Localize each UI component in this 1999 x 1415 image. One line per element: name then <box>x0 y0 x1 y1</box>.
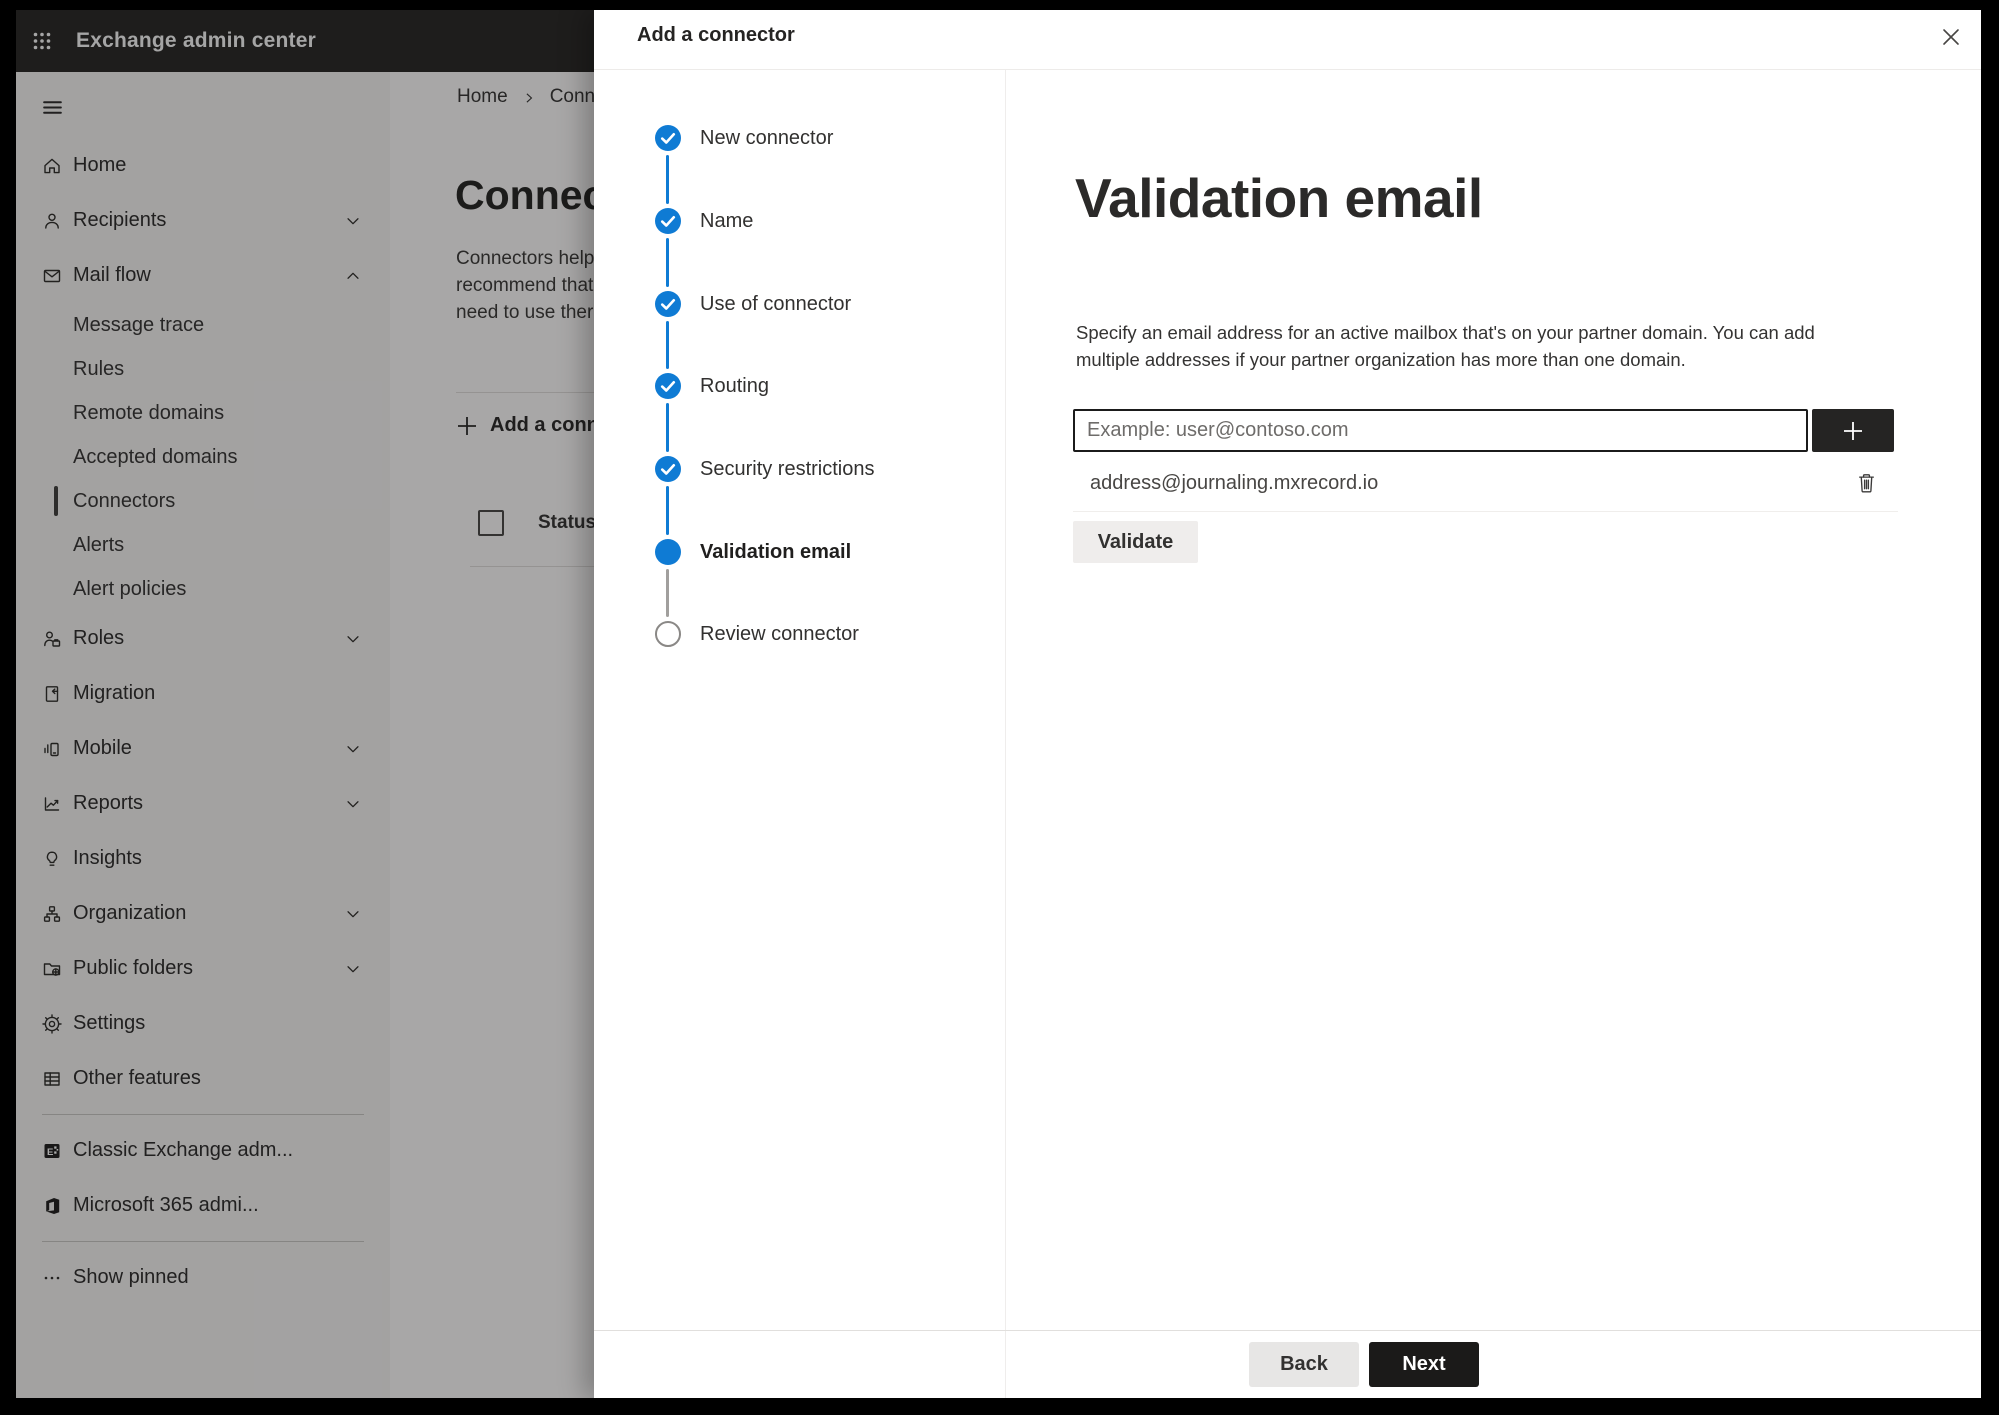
step-description-line: multiple addresses if your partner organ… <box>1076 349 1686 370</box>
wizard-step-label[interactable]: Validation email <box>700 538 851 566</box>
next-button[interactable]: Next <box>1369 1342 1479 1387</box>
steps-content-divider <box>1005 70 1006 1398</box>
validate-button[interactable]: Validate <box>1073 521 1198 563</box>
wizard-step-label[interactable]: Routing <box>700 372 769 400</box>
wizard-step-connector-line <box>666 403 669 452</box>
add-connector-panel: Add a connector New connector Name Use of … <box>594 10 1981 1398</box>
plus-icon <box>1844 421 1862 440</box>
wizard-step-connector-line <box>666 486 669 535</box>
wizard-step-label[interactable]: Review connector <box>700 620 859 648</box>
step-description-line: Specify an email address for an active m… <box>1076 322 1815 343</box>
validation-address-value: address@journaling.mxrecord.io <box>1090 472 1379 494</box>
add-address-button[interactable] <box>1812 409 1894 452</box>
back-button[interactable]: Back <box>1249 1342 1359 1387</box>
address-list-divider <box>1073 511 1898 512</box>
close-icon <box>1943 29 1959 45</box>
wizard-step-label[interactable]: New connector <box>700 124 833 152</box>
validation-email-input[interactable] <box>1073 409 1808 452</box>
wizard-step-circle-completed[interactable] <box>655 208 681 234</box>
wizard-step-circle-completed[interactable] <box>655 125 681 151</box>
wizard-step-circle-pending[interactable] <box>655 621 681 647</box>
wizard-step-connector-line <box>666 238 669 287</box>
trash-icon <box>1858 473 1874 493</box>
wizard-step-circle-current[interactable] <box>655 539 681 565</box>
wizard-step-label[interactable]: Security restrictions <box>700 455 875 483</box>
exchange-admin-app: Exchange admin center Home Recipients Mail… <box>16 10 1981 1398</box>
panel-footer-divider <box>594 1330 1981 1331</box>
wizard-step-connector-line <box>666 321 669 369</box>
wizard-step-label[interactable]: Use of connector <box>700 290 851 318</box>
wizard-step-connector-line <box>666 569 669 617</box>
step-description: Specify an email address for an active m… <box>1076 319 1815 373</box>
wizard-step-circle-completed[interactable] <box>655 373 681 399</box>
step-heading: Validation email <box>1075 167 1483 229</box>
wizard-steps: New connector Name Use of connector Routing… <box>594 10 1005 1398</box>
close-button[interactable] <box>1932 18 1970 56</box>
wizard-step-connector-line <box>666 155 669 204</box>
wizard-step-circle-completed[interactable] <box>655 291 681 317</box>
delete-address-button[interactable] <box>1851 468 1881 498</box>
wizard-step-circle-completed[interactable] <box>655 456 681 482</box>
wizard-step-label[interactable]: Name <box>700 207 753 235</box>
